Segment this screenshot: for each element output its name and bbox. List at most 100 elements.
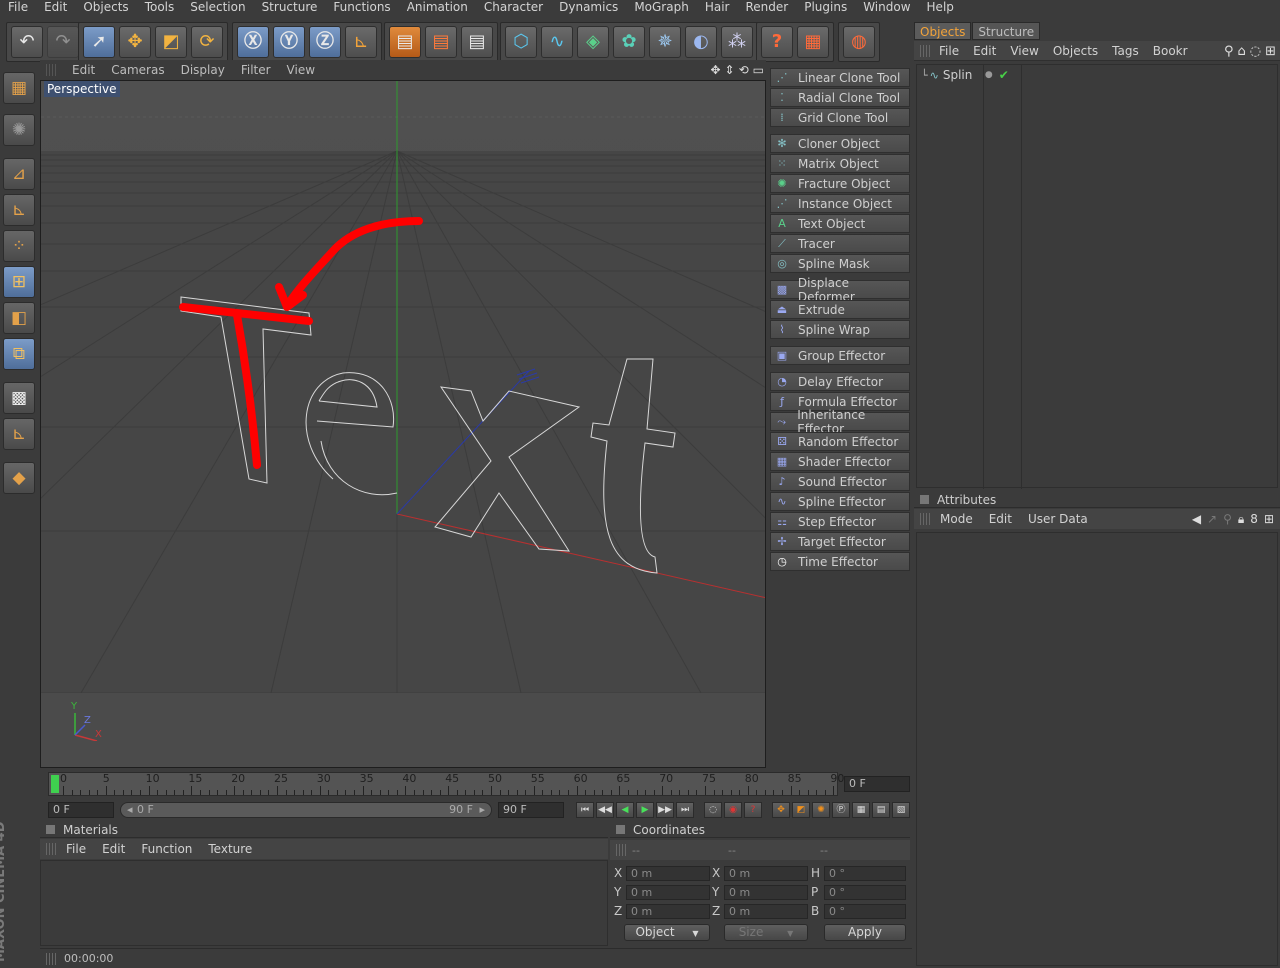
tab-objects[interactable]: Objects: [914, 22, 972, 40]
render-picture-icon[interactable]: ▤: [425, 26, 457, 58]
position-x-field[interactable]: 0 m: [626, 866, 710, 881]
menu-render[interactable]: Render: [737, 0, 796, 14]
menu-item-sound-effector[interactable]: ♪ Sound Effector: [770, 472, 910, 491]
attributes-menu-edit[interactable]: Edit: [981, 512, 1020, 526]
size-x-field[interactable]: 0 m: [724, 866, 808, 881]
scene-icon[interactable]: ◐: [685, 26, 717, 58]
go-to-start-icon[interactable]: ⏮: [576, 802, 594, 818]
objects-menu-view[interactable]: View: [1003, 44, 1045, 58]
objects-menu-file[interactable]: File: [932, 44, 966, 58]
scale-icon[interactable]: ◩: [155, 26, 187, 58]
workplane-icon[interactable]: ⊾: [3, 418, 35, 450]
menu-item-inheritance-effector[interactable]: ⤳ Inheritance Effector: [770, 408, 910, 436]
keyframe-selection-icon[interactable]: ?: [744, 802, 762, 818]
menu-item-spline-wrap[interactable]: ⌇ Spline Wrap: [770, 320, 910, 339]
size-y-field[interactable]: 0 m: [724, 885, 808, 900]
rotation-b-field[interactable]: 0 °: [824, 904, 906, 919]
menu-item-target-effector[interactable]: ✢ Target Effector: [770, 532, 910, 551]
position-z-field[interactable]: 0 m: [626, 904, 710, 919]
rotation-p-field[interactable]: 0 °: [824, 885, 906, 900]
timeline-window-icon[interactable]: ▧: [892, 802, 910, 818]
polygons-mode-icon[interactable]: ◧: [3, 302, 35, 334]
materials-menu-file[interactable]: File: [58, 842, 94, 856]
auto-key-icon[interactable]: ◉: [724, 802, 742, 818]
viewport-menu-cameras[interactable]: Cameras: [103, 63, 172, 77]
step-back-icon[interactable]: ◀◀: [596, 802, 614, 818]
nurbs-icon[interactable]: ◈: [577, 26, 609, 58]
menu-item-extrude[interactable]: ⏏ Extrude: [770, 300, 910, 319]
rotation-h-field[interactable]: 0 °: [824, 866, 906, 881]
viewport-menu-view[interactable]: View: [279, 63, 323, 77]
viewport-perspective[interactable]: Y Z X: [40, 80, 766, 768]
start-frame-field[interactable]: 0 F: [48, 802, 114, 818]
texture-mode-icon[interactable]: ▩: [3, 382, 35, 414]
rotate-icon[interactable]: ⟳: [191, 26, 223, 58]
end-frame-field[interactable]: 90 F: [498, 802, 564, 818]
viewport-menu-filter[interactable]: Filter: [233, 63, 279, 77]
menu-item-delay-effector[interactable]: ◔ Delay Effector: [770, 372, 910, 391]
z-axis-icon[interactable]: Ⓩ: [309, 26, 341, 58]
enabled-check-icon[interactable]: ✔: [999, 68, 1009, 82]
menu-item-cloner-object[interactable]: ✻ Cloner Object: [770, 134, 910, 153]
materials-body[interactable]: [40, 860, 608, 946]
sculpt-icon[interactable]: ✺: [3, 114, 35, 146]
materials-menu-edit[interactable]: Edit: [94, 842, 133, 856]
pan-icon[interactable]: ✥: [710, 63, 720, 77]
viewport-menu-display[interactable]: Display: [173, 63, 233, 77]
search-icon[interactable]: ⚲: [1224, 44, 1234, 59]
menu-item-matrix-object[interactable]: ⁙ Matrix Object: [770, 154, 910, 173]
key-scale-icon[interactable]: ◩: [792, 802, 810, 818]
step-forward-icon[interactable]: ▶▶: [656, 802, 674, 818]
menu-functions[interactable]: Functions: [325, 0, 398, 14]
menu-item-shader-effector[interactable]: ▦ Shader Effector: [770, 452, 910, 471]
back-arrow-icon[interactable]: ◀: [1192, 512, 1201, 527]
record-key-icon[interactable]: ◌: [704, 802, 722, 818]
snap-icon[interactable]: ◆: [3, 462, 35, 494]
coordinate-system-icon[interactable]: ⊾: [345, 26, 377, 58]
lock-icon[interactable]: 🔒︎: [1238, 512, 1244, 527]
menu-window[interactable]: Window: [855, 0, 918, 14]
menu-tools[interactable]: Tools: [137, 0, 183, 14]
attributes-menu-mode[interactable]: Mode: [932, 512, 981, 526]
menu-item-step-effector[interactable]: ⚏ Step Effector: [770, 512, 910, 531]
menu-character[interactable]: Character: [476, 0, 551, 14]
points-mode-icon[interactable]: ⁘: [3, 230, 35, 262]
orbit-icon[interactable]: ⟲: [739, 63, 749, 77]
eye-icon[interactable]: ◌: [1250, 44, 1261, 59]
menu-item-spline-mask[interactable]: ◎ Spline Mask: [770, 254, 910, 273]
play-backward-icon[interactable]: ◀: [616, 802, 634, 818]
attributes-menu-user-data[interactable]: User Data: [1020, 512, 1096, 526]
menu-hair[interactable]: Hair: [697, 0, 738, 14]
objects-list[interactable]: └ ∿ Splin ● ✔: [916, 64, 1278, 489]
object-mode-icon[interactable]: ⧉: [3, 338, 35, 370]
object-axis-icon[interactable]: ⊾: [3, 194, 35, 226]
objects-menu-bookmarks[interactable]: Bookr: [1146, 44, 1195, 58]
key-rotation-icon[interactable]: ✺: [812, 802, 830, 818]
cube-icon[interactable]: ⬡: [505, 26, 537, 58]
visibility-dot-icon[interactable]: ●: [985, 70, 993, 80]
current-frame-field[interactable]: 0 F: [844, 776, 910, 792]
redo-icon[interactable]: ↷: [47, 26, 79, 58]
object-row-spline[interactable]: └ ∿ Splin ● ✔: [917, 67, 1277, 83]
deformer-icon[interactable]: ✵: [649, 26, 681, 58]
materials-menu-function[interactable]: Function: [133, 842, 200, 856]
menu-item-radial-clone-tool[interactable]: ⁚ Radial Clone Tool: [770, 88, 910, 107]
apply-button[interactable]: Apply: [824, 924, 906, 941]
menu-animation[interactable]: Animation: [399, 0, 476, 14]
coordinate-mode-select[interactable]: Object ▼: [624, 924, 710, 941]
menu-item-grid-clone-tool[interactable]: ⁞ Grid Clone Tool: [770, 108, 910, 127]
objects-menu-tags[interactable]: Tags: [1105, 44, 1146, 58]
menu-file[interactable]: File: [0, 0, 36, 14]
undo-icon[interactable]: ↶: [11, 26, 43, 58]
menu-structure[interactable]: Structure: [254, 0, 326, 14]
y-axis-icon[interactable]: Ⓨ: [273, 26, 305, 58]
menu-plugins[interactable]: Plugins: [796, 0, 855, 14]
key-position-icon[interactable]: ✥: [772, 802, 790, 818]
menu-help[interactable]: Help: [919, 0, 962, 14]
menu-mograph[interactable]: MoGraph: [626, 0, 697, 14]
search-tag-icon[interactable]: ⚲: [1223, 512, 1232, 527]
viewport-camera-label[interactable]: Perspective: [44, 81, 120, 97]
menu-edit[interactable]: Edit: [36, 0, 75, 14]
objects-menu-objects[interactable]: Objects: [1046, 44, 1105, 58]
link-icon[interactable]: 8: [1250, 512, 1258, 527]
